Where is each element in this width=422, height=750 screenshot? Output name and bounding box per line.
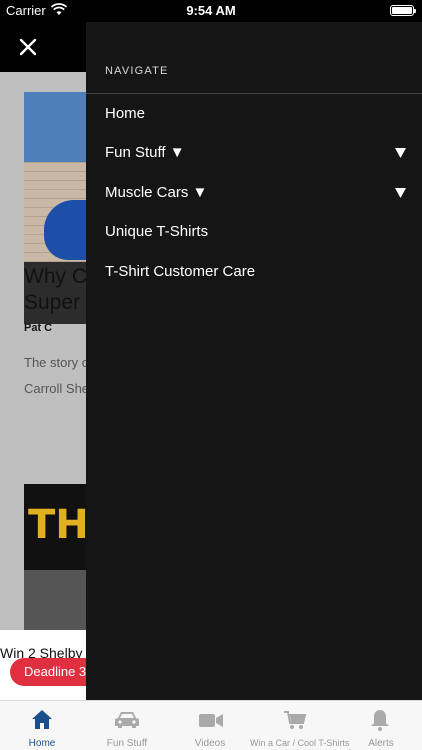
article-title[interactable]: Why C Super	[24, 264, 86, 318]
cart-icon	[284, 711, 307, 729]
tab-label: Win a Car / Cool T-Shirts	[250, 738, 350, 748]
tab-label: Home	[28, 738, 56, 749]
tab-label: Fun Stuff	[106, 738, 148, 749]
tab-alerts[interactable]: Alerts	[340, 701, 422, 750]
tab-home[interactable]: Home	[0, 701, 84, 750]
article-thumbnail[interactable]: TH	[24, 484, 86, 630]
excerpt-line: Carroll She	[24, 381, 86, 396]
nav-item-label: Fun Stuff ▼	[105, 144, 185, 161]
clock: 9:54 AM	[186, 3, 236, 18]
battery-icon	[390, 5, 416, 16]
tab-label: Alerts	[368, 738, 394, 749]
expand-arrow-icon[interactable]	[395, 188, 406, 198]
nav-item-muscle-cars[interactable]: Muscle Cars ▼	[86, 174, 422, 214]
nav-item-unique-t-shirts[interactable]: Unique T-Shirts	[86, 213, 422, 253]
tab-fun-stuff[interactable]: Fun Stuff	[84, 701, 170, 750]
expand-arrow-icon[interactable]	[395, 148, 406, 158]
nav-item-t-shirt-customer-care[interactable]: T-Shirt Customer Care	[86, 253, 422, 293]
article-excerpt: The story o Carroll She	[24, 350, 86, 402]
tab-videos[interactable]: Videos	[170, 701, 250, 750]
app-header	[0, 22, 86, 72]
nav-item-fun-stuff[interactable]: Fun Stuff ▼	[86, 134, 422, 174]
nav-item-label: Home	[105, 105, 146, 122]
home-icon	[32, 710, 52, 729]
drawer-heading: NAVIGATE	[105, 65, 169, 77]
tab-win-a-car[interactable]: Win a Car / Cool T-Shirts	[250, 701, 350, 750]
tab-bar: Home Fun Stuff Videos Win a Car / Cool T…	[0, 700, 422, 750]
bell-icon	[371, 710, 389, 731]
status-bar: Carrier 9:54 AM	[0, 0, 422, 22]
excerpt-line: The story o	[24, 355, 86, 370]
close-icon[interactable]	[17, 36, 39, 58]
nav-item-home[interactable]: Home	[86, 95, 422, 135]
tab-label: Videos	[194, 738, 226, 749]
thumbnail-logo-text: TH	[28, 502, 86, 548]
nav-item-label: Unique T-Shirts	[105, 223, 209, 240]
article-author: Pat C	[24, 322, 53, 334]
nav-item-label: T-Shirt Customer Care	[105, 263, 256, 280]
car-icon	[115, 712, 139, 728]
drawer-divider	[86, 93, 422, 94]
navigation-drawer: NAVIGATE Home Fun Stuff ▼ Muscle Cars ▼ …	[86, 22, 422, 700]
video-camera-icon	[199, 714, 223, 727]
nav-item-label: Muscle Cars ▼	[105, 184, 208, 201]
